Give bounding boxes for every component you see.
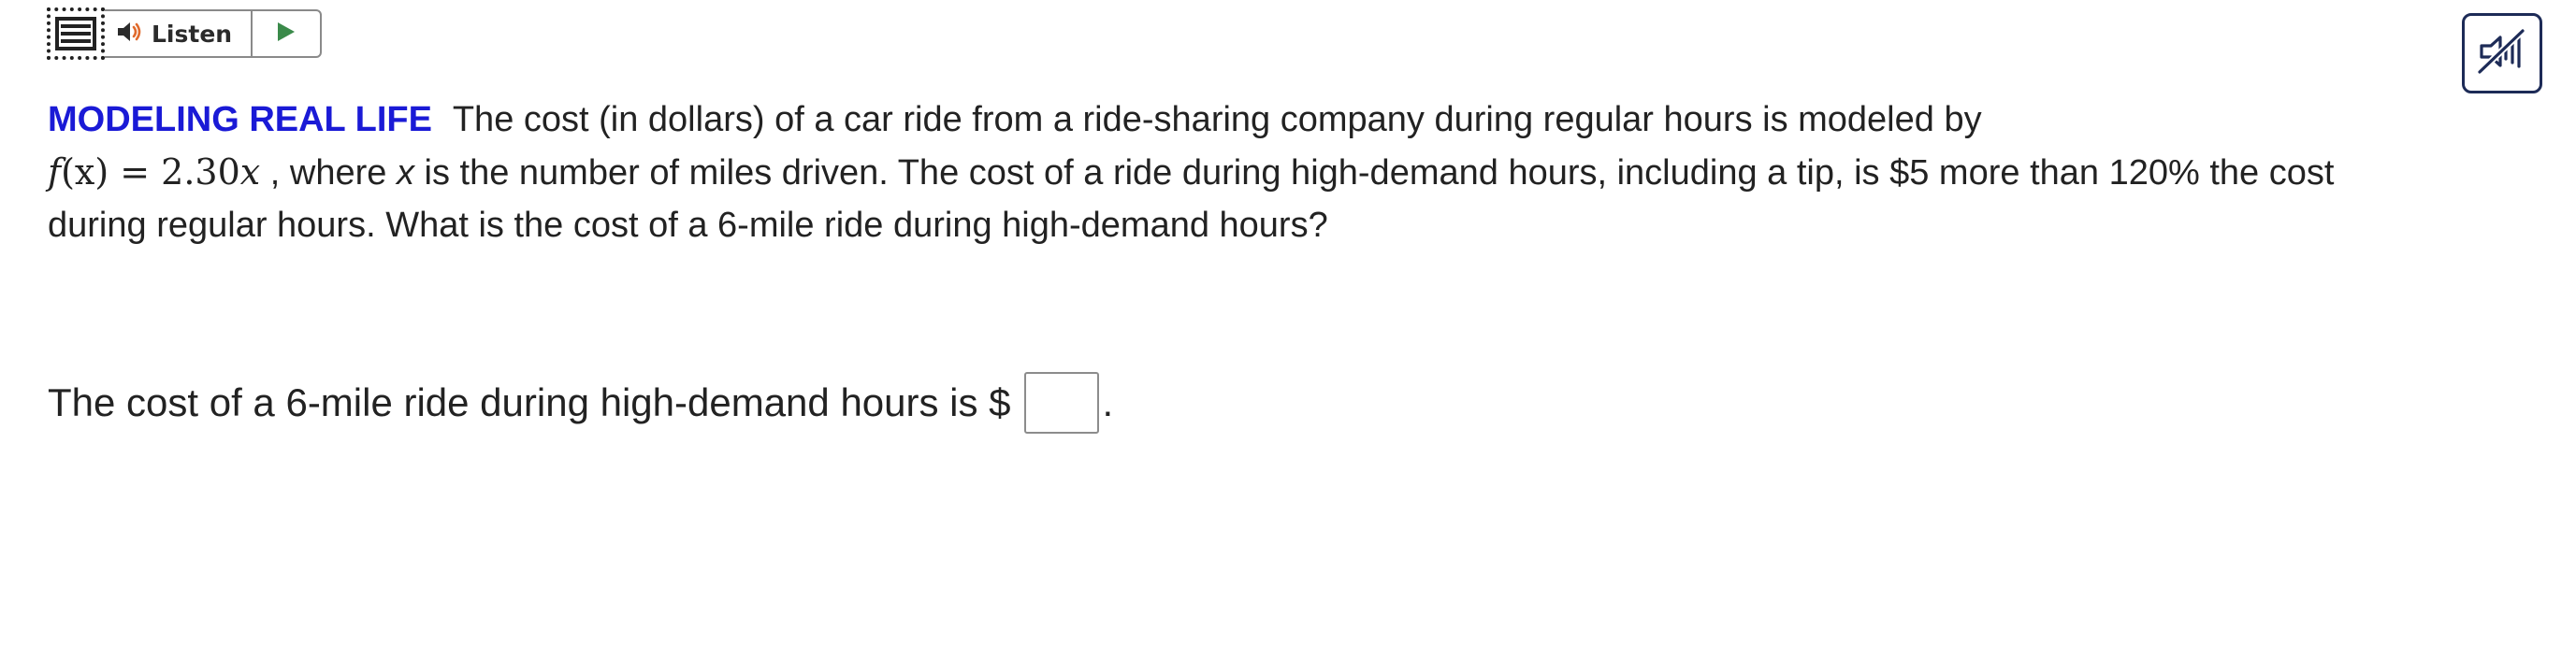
play-icon [276,21,297,48]
play-button[interactable] [253,11,320,56]
problem-text-intro: The cost (in dollars) of a car ride from… [452,100,1982,139]
cost-formula: f(x) = 2.30x [48,151,260,193]
listen-toolbar: Listen [47,7,323,60]
formula-argument: (x) [61,151,109,193]
problem-statement: MODELING REAL LIFE The cost (in dollars)… [48,93,2349,251]
formula-variable: x [239,151,261,193]
answer-line: The cost of a 6-mile ride during high-de… [48,370,1113,436]
problem-tag: MODELING REAL LIFE [48,100,432,139]
answer-input[interactable] [1023,372,1099,434]
listen-button[interactable]: Listen [105,11,253,56]
audio-toggle-button[interactable] [2462,13,2542,93]
listen-label: Listen [152,20,233,48]
menu-button[interactable] [47,7,105,60]
speaker-icon [116,20,144,49]
problem-text-body: is the number of miles driven. The cost … [48,153,2335,245]
answer-suffix: . [1102,380,1114,424]
muted-speaker-icon [2474,25,2530,82]
listen-button-group: Listen [103,9,323,58]
problem-text-where: , where [269,153,387,193]
formula-function-name: f [48,151,62,193]
formula-equals: = 2.30 [109,151,240,193]
hamburger-menu-icon [55,17,96,50]
problem-text-variable: x [396,153,414,193]
answer-prompt: The cost of a 6-mile ride during high-de… [48,380,1011,424]
